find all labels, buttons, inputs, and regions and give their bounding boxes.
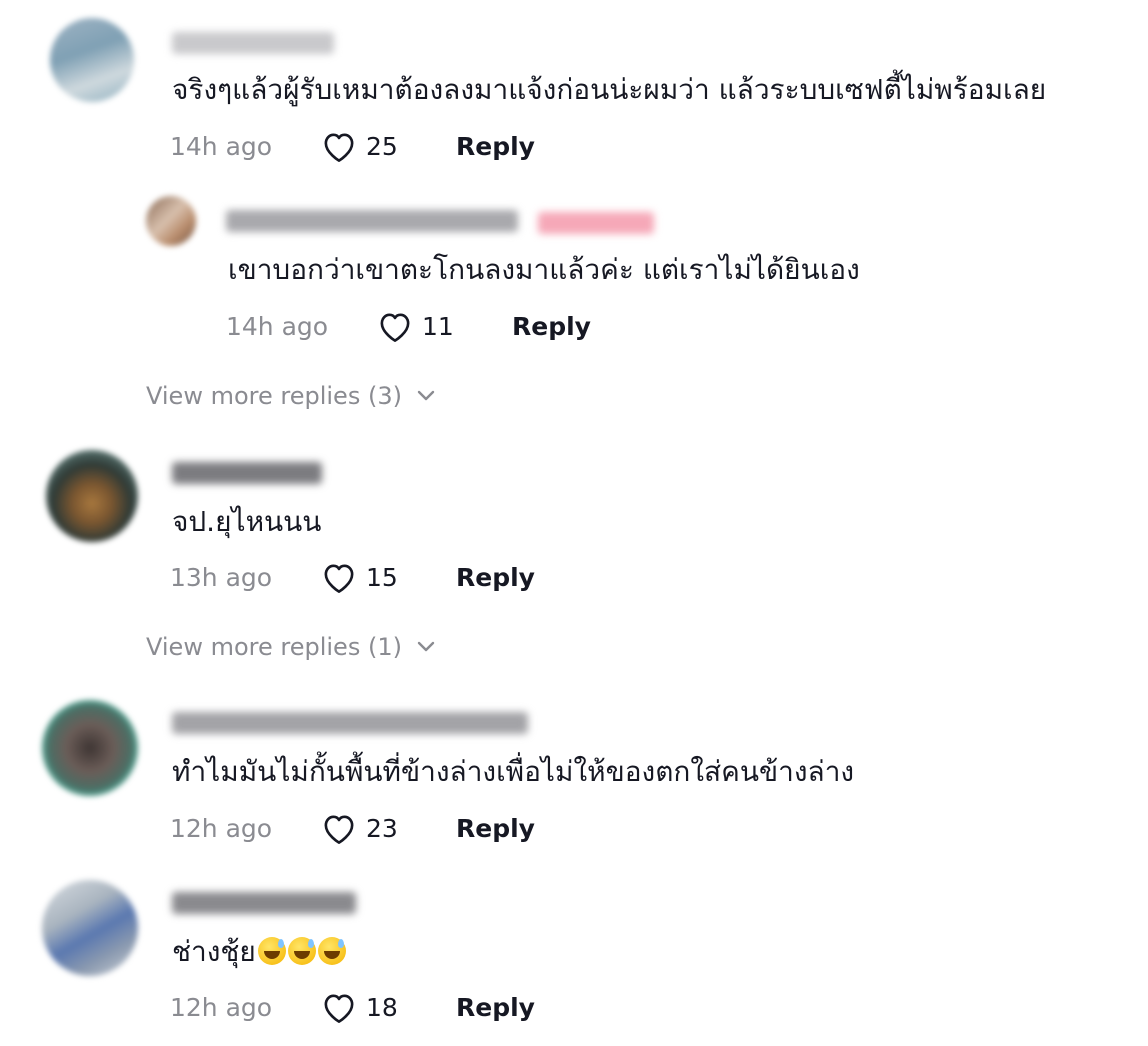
like-count: 25 bbox=[366, 131, 398, 161]
comment-meta: 12h ago 23 Reply bbox=[170, 808, 535, 848]
grinning-sweat-emoji bbox=[257, 937, 286, 965]
like-button[interactable]: 23 bbox=[320, 811, 426, 845]
comment-meta: 12h ago 18 Reply bbox=[170, 987, 535, 1027]
like-count: 23 bbox=[366, 813, 398, 843]
comment-time: 13h ago bbox=[170, 562, 273, 592]
username-blurred[interactable] bbox=[172, 32, 334, 54]
view-more-label: View more replies (1) bbox=[146, 633, 402, 661]
like-count: 11 bbox=[422, 311, 454, 341]
comment-text-body: ช่างชุ้ย bbox=[172, 935, 256, 968]
comment-text: ทำไมมันไม่กั้นพื้นที่ข้างล่างเพื่อไม่ให้… bbox=[172, 755, 855, 788]
view-more-replies[interactable]: View more replies (3) bbox=[146, 382, 436, 410]
comment-time: 14h ago bbox=[226, 311, 329, 341]
like-button[interactable]: 18 bbox=[320, 990, 426, 1024]
comment-time: 12h ago bbox=[170, 992, 273, 1022]
heart-outline-icon bbox=[380, 313, 410, 342]
avatar[interactable] bbox=[42, 880, 138, 976]
like-button[interactable]: 25 bbox=[320, 129, 426, 163]
comment-meta: 14h ago 25 Reply bbox=[170, 126, 535, 166]
comment-meta: 14h ago 11 Reply bbox=[226, 306, 591, 346]
comment-meta: 13h ago 15 Reply bbox=[170, 557, 535, 597]
username-blurred[interactable] bbox=[172, 462, 322, 484]
reply-button[interactable]: Reply bbox=[456, 993, 535, 1022]
reply-button[interactable]: Reply bbox=[512, 312, 591, 341]
avatar[interactable] bbox=[46, 450, 138, 542]
comment-time: 14h ago bbox=[170, 131, 273, 161]
comment-text: ช่างชุ้ย bbox=[172, 934, 346, 970]
reply-button[interactable]: Reply bbox=[456, 132, 535, 161]
reply-button[interactable]: Reply bbox=[456, 563, 535, 592]
heart-outline-icon bbox=[324, 133, 354, 162]
heart-outline-icon bbox=[324, 564, 354, 593]
like-count: 18 bbox=[366, 992, 398, 1022]
reply-button[interactable]: Reply bbox=[456, 814, 535, 843]
username-blurred[interactable] bbox=[172, 712, 528, 734]
heart-outline-icon bbox=[324, 815, 354, 844]
username-blurred[interactable] bbox=[226, 210, 518, 232]
avatar[interactable] bbox=[42, 700, 138, 796]
grinning-sweat-emoji bbox=[287, 937, 316, 965]
comment-text: เขาบอกว่าเขาตะโกนลงมาแล้วค่ะ แต่เราไม่ได… bbox=[228, 253, 860, 286]
chevron-down-icon bbox=[417, 641, 435, 652]
like-button[interactable]: 15 bbox=[320, 560, 426, 594]
like-button[interactable]: 11 bbox=[376, 309, 482, 343]
comment-text: จป.ยุไหนนน bbox=[172, 505, 322, 538]
chevron-down-icon bbox=[417, 390, 435, 401]
heart-outline-icon bbox=[324, 994, 354, 1023]
avatar[interactable] bbox=[146, 196, 196, 246]
username-blurred[interactable] bbox=[172, 892, 356, 914]
comment-text: จริงๆแล้วผู้รับเหมาต้องลงมาแจ้งก่อนน่ะผม… bbox=[172, 73, 1047, 106]
like-count: 15 bbox=[366, 562, 398, 592]
view-more-label: View more replies (3) bbox=[146, 382, 402, 410]
creator-badge-blurred bbox=[538, 212, 654, 234]
avatar[interactable] bbox=[50, 18, 134, 102]
view-more-replies[interactable]: View more replies (1) bbox=[146, 633, 436, 661]
comment-time: 12h ago bbox=[170, 813, 273, 843]
grinning-sweat-emoji bbox=[317, 937, 346, 965]
